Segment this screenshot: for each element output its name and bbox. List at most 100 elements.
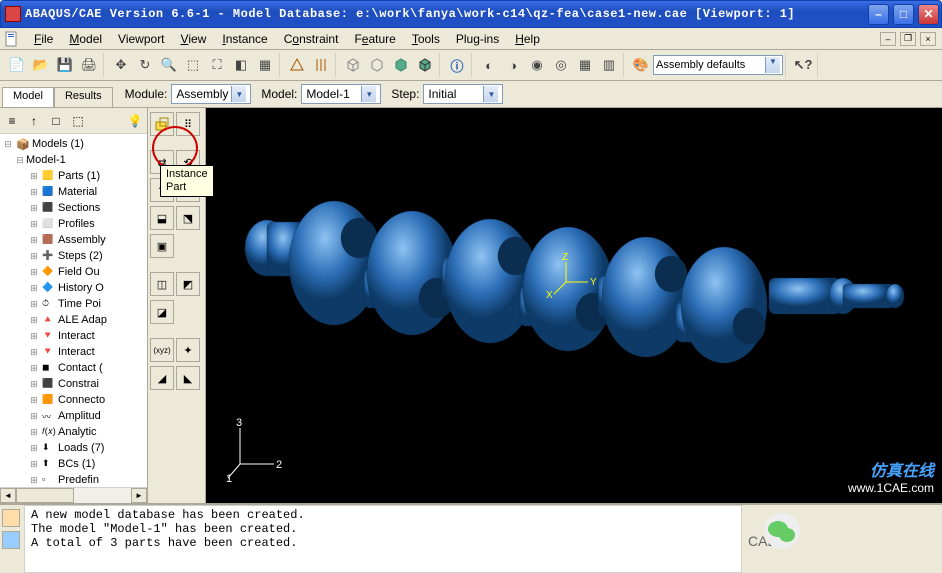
mdi-minimize[interactable]: – [880,32,896,46]
tool-constraint3[interactable]: ⬔ [176,206,200,230]
menu-plugins[interactable]: Plug-ins [448,30,507,48]
global-csys-icon: Z Y X [554,258,594,301]
model-combo[interactable]: Model-1▼ [301,84,381,104]
tree-item[interactable]: ⊞🔻Interact [0,344,147,360]
menu-bar: FFileile Model Viewport View Instance Co… [0,28,942,50]
menu-model[interactable]: Model [61,30,110,48]
tree-item[interactable]: ⊞⬇Loads (7) [0,440,147,456]
model-tree[interactable]: ⊟📦Models (1) ⊟Model-1 ⊞🟨Parts (1)⊞🟦Mater… [0,134,147,487]
tree-item[interactable]: ⊞⬛Constrai [0,376,147,392]
tree-item[interactable]: ⊞🟦Material [0,184,147,200]
hidden-button[interactable] [366,54,388,76]
treebar-filter1[interactable]: ≡ [2,111,22,131]
tool-partition3[interactable]: ◪ [150,300,174,324]
message-log[interactable]: A new model database has been created. T… [24,505,742,573]
tree-item[interactable]: ⊞⏱Time Poi [0,296,147,312]
msg-icon-2[interactable] [2,531,20,549]
vis4-button[interactable]: ◎ [550,54,572,76]
vis5-button[interactable]: ▦ [574,54,596,76]
tree-item[interactable]: ⊞⬜Profiles [0,216,147,232]
shadedwire-button[interactable] [414,54,436,76]
whatsthis-button[interactable]: ↖? [792,54,814,76]
msg-icon-1[interactable] [2,509,20,527]
open-button[interactable]: 📂 [30,54,52,76]
tool-datum4[interactable]: ◣ [176,366,200,390]
tab-results[interactable]: Results [54,87,113,107]
mdi-close[interactable]: × [920,32,936,46]
tree-scrollbar[interactable]: ◄► [0,487,147,503]
treebar-tip[interactable]: 💡 [125,111,145,131]
svg-text:Z: Z [562,252,568,263]
render-combo[interactable]: Assembly defaults ▼ [653,55,783,75]
tree-item[interactable]: ⊞🔺ALE Adap [0,312,147,328]
tree-item[interactable]: ⊞▫Predefin [0,472,147,487]
viewport[interactable]: Z Y X 3 2 1 仿真在线 www.1CAE.com [206,108,942,503]
tree-item[interactable]: ⊞𝑓(𝑥)Analytic [0,424,147,440]
step-combo[interactable]: Initial▼ [423,84,503,104]
menu-view[interactable]: View [173,30,215,48]
new-button[interactable]: 📄 [6,54,28,76]
tool-constraint2[interactable]: ⬓ [150,206,174,230]
module-combo[interactable]: Assembly▼ [171,84,251,104]
tree-item[interactable]: ⊞⬛Sections [0,200,147,216]
zoom-button[interactable]: 🔍 [158,54,180,76]
tree-item[interactable]: ⊞🔻Interact [0,328,147,344]
menu-file[interactable]: FFileile [26,30,61,48]
info-button[interactable]: ⓘ [446,54,468,76]
parallel-button[interactable] [310,54,332,76]
tab-model[interactable]: Model [2,87,54,107]
menu-viewport[interactable]: Viewport [110,30,172,48]
window-titlebar: ABAQUS/CAE Version 6.6-1 - Model Databas… [0,0,942,28]
save-button[interactable]: 💾 [54,54,76,76]
window-title: ABAQUS/CAE Version 6.6-1 - Model Databas… [25,7,866,21]
wire-button[interactable] [342,54,364,76]
tree-item[interactable]: ⊞➕Steps (2) [0,248,147,264]
print-button[interactable]: 🖨 [78,54,100,76]
tree-item[interactable]: ⊞🔶Field Ou [0,264,147,280]
tool-datum-csys[interactable]: ✦ [176,338,200,362]
boxzoom-button[interactable]: ⬚ [182,54,204,76]
mdi-restore[interactable]: ❐ [900,32,916,46]
treebar-filter3[interactable]: □ [46,111,66,131]
main-area: ≡ ↑ □ ⬚ 💡 ⊟📦Models (1) ⊟Model-1 ⊞🟨Parts … [0,108,942,503]
close-button[interactable]: ✕ [918,4,939,25]
tree-item[interactable]: ⊞🔷History O [0,280,147,296]
treebar-filter2[interactable]: ↑ [24,111,44,131]
maximize-button[interactable]: □ [893,4,914,25]
tool-partition2[interactable]: ◩ [176,272,200,296]
tool-datum-xyz[interactable]: (xyz) [150,338,174,362]
minimize-button[interactable]: – [868,4,889,25]
crankshaft-render [206,108,942,503]
autoview-button[interactable]: ◧ [230,54,252,76]
vis1-button[interactable]: ◐ [478,54,500,76]
vis3-button[interactable]: ◉ [526,54,548,76]
shaded-button[interactable] [390,54,412,76]
tool-datum3[interactable]: ◢ [150,366,174,390]
tool-partition1[interactable]: ◫ [150,272,174,296]
persp-button[interactable] [286,54,308,76]
menu-feature[interactable]: Feature [346,30,403,48]
cycle-button[interactable]: ▦ [254,54,276,76]
annotation-circle [152,126,198,170]
menu-tools[interactable]: Tools [404,30,448,48]
tree-item[interactable]: ⊞〰Amplitud [0,408,147,424]
vis2-button[interactable]: ◑ [502,54,524,76]
fit-button[interactable]: ⛶ [206,54,228,76]
pan-button[interactable]: ✥ [110,54,132,76]
menu-constraint[interactable]: Constraint [276,30,347,48]
tool-merge[interactable]: ▣ [150,234,174,258]
color-button[interactable]: 🎨 [630,54,652,76]
view-triad-icon: 3 2 1 [226,420,286,483]
tree-item[interactable]: ⊞🟨Parts (1) [0,168,147,184]
vis6-button[interactable]: ▥ [598,54,620,76]
tree-item[interactable]: ⊞🟫Assembly [0,232,147,248]
tree-item[interactable]: ⊞◼Contact ( [0,360,147,376]
svg-text:2: 2 [276,459,282,471]
menu-help[interactable]: Help [507,30,548,48]
tree-item[interactable]: ⊞⬆BCs (1) [0,456,147,472]
rotate-button[interactable]: ↻ [134,54,156,76]
treebar-filter4[interactable]: ⬚ [68,111,88,131]
menu-instance[interactable]: Instance [214,30,275,48]
watermark-right: CAE技 [742,505,942,573]
tree-item[interactable]: ⊞🟧Connecto [0,392,147,408]
